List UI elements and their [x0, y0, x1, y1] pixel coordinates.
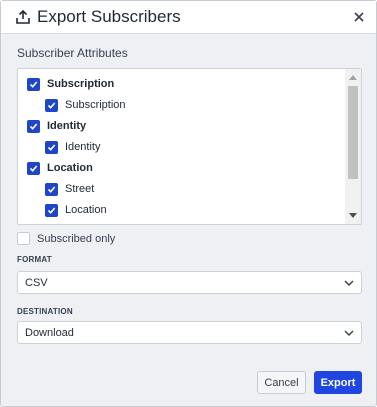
- close-icon: [354, 12, 364, 22]
- close-button[interactable]: [350, 8, 368, 26]
- list-item-street[interactable]: Street: [45, 179, 94, 199]
- dialog-titlebar: Export Subscribers: [1, 1, 376, 34]
- list-item-subscription[interactable]: Subscription: [45, 95, 126, 115]
- export-subscribers-dialog: Export Subscribers Subscriber Attributes…: [0, 0, 377, 407]
- chevron-down-icon: [344, 330, 354, 337]
- attributes-list[interactable]: Subscription Subscription Identity Ident…: [17, 68, 362, 225]
- list-item-label: Street: [65, 183, 95, 195]
- chevron-down-icon: [344, 280, 354, 287]
- list-item-label: Location: [47, 162, 93, 174]
- export-upload-icon: [15, 9, 31, 25]
- subscribed-only-checkbox[interactable]: Subscribed only: [17, 232, 115, 245]
- list-item-partial: [27, 221, 40, 226]
- scroll-down-button[interactable]: [345, 208, 361, 224]
- list-item-label: Subscription: [65, 99, 126, 111]
- list-item-location[interactable]: Location: [45, 200, 107, 220]
- list-item-label: Identity: [65, 141, 101, 153]
- checkbox-checked[interactable]: [45, 98, 58, 112]
- dialog-title: Export Subscribers: [37, 7, 181, 26]
- checkbox-unchecked[interactable]: [17, 232, 30, 245]
- checkbox-checked[interactable]: [45, 182, 58, 196]
- list-item-subscription-group[interactable]: Subscription: [27, 74, 114, 94]
- list-scrollbar[interactable]: [345, 69, 361, 224]
- checkbox-checked[interactable]: [45, 140, 58, 154]
- checkbox-checked: [27, 225, 40, 226]
- format-value: CSV: [25, 276, 48, 289]
- list-item-label: Location: [65, 204, 107, 216]
- scroll-up-button[interactable]: [345, 69, 361, 85]
- destination-value: Download: [25, 326, 74, 339]
- checkbox-checked[interactable]: [45, 203, 58, 217]
- scroll-up-icon: [349, 75, 357, 80]
- list-item-location-group[interactable]: Location: [27, 158, 93, 178]
- checkbox-checked[interactable]: [27, 77, 40, 91]
- format-label: FORMAT: [17, 255, 52, 264]
- cancel-button[interactable]: Cancel: [257, 371, 306, 394]
- subscribed-only-label: Subscribed only: [37, 232, 116, 245]
- list-item-identity[interactable]: Identity: [45, 137, 100, 157]
- destination-select[interactable]: Download: [17, 321, 362, 344]
- format-select[interactable]: CSV: [17, 271, 362, 294]
- scroll-thumb[interactable]: [348, 86, 358, 179]
- destination-label: DESTINATION: [17, 307, 73, 316]
- attributes-label: Subscriber Attributes: [17, 46, 128, 60]
- list-item-identity-group[interactable]: Identity: [27, 116, 86, 136]
- checkbox-checked[interactable]: [27, 161, 40, 175]
- checkbox-checked[interactable]: [27, 119, 40, 133]
- scroll-down-icon: [349, 213, 357, 218]
- export-button[interactable]: Export: [314, 371, 362, 394]
- list-item-label: Identity: [47, 120, 87, 132]
- list-item-label: Subscription: [47, 78, 115, 90]
